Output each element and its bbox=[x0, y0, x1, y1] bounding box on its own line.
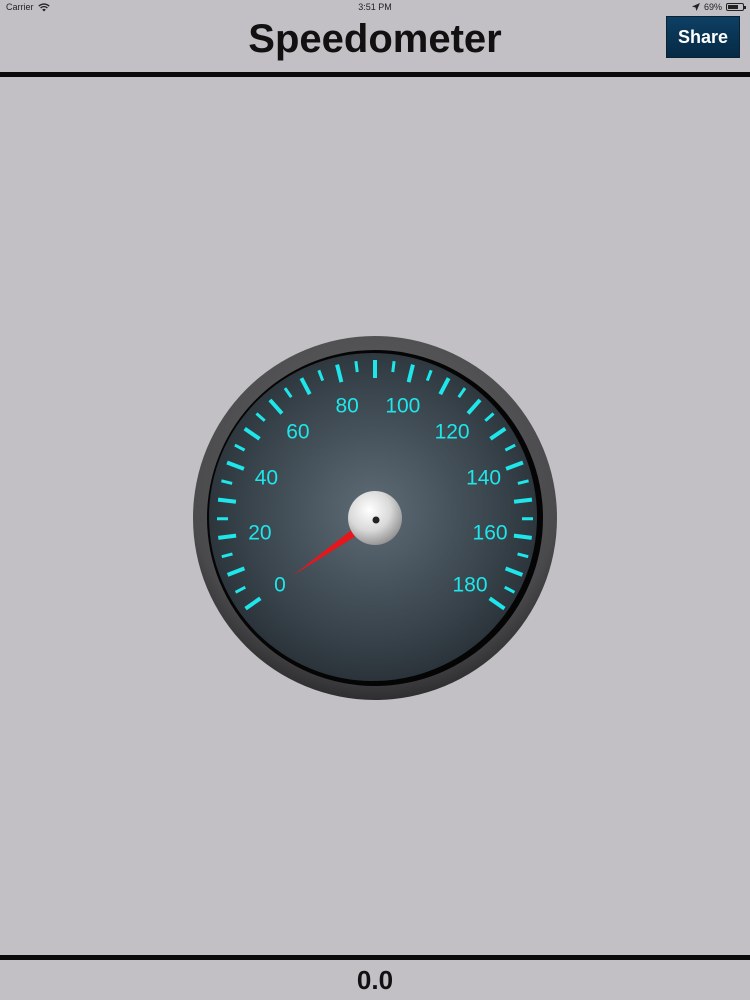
navigation-bar: Speedometer Share bbox=[0, 16, 750, 72]
bottom-divider bbox=[0, 955, 750, 960]
gauge-svg: 0 20 40 60 80 100 120 140 160 180 bbox=[193, 336, 557, 700]
gauge-label-100: 100 bbox=[385, 394, 420, 417]
share-button[interactable]: Share bbox=[666, 16, 740, 58]
gauge-label-60: 60 bbox=[286, 420, 309, 443]
major-tick bbox=[513, 533, 532, 540]
battery-icon bbox=[726, 3, 746, 11]
gauge-label-160: 160 bbox=[473, 522, 508, 545]
gauge-label-80: 80 bbox=[335, 394, 358, 417]
gauge-label-120: 120 bbox=[435, 420, 470, 443]
major-tick bbox=[217, 497, 237, 504]
gauge-label-180: 180 bbox=[452, 574, 487, 597]
major-tick bbox=[218, 533, 237, 540]
top-divider bbox=[0, 72, 750, 77]
status-bar: Carrier 3:51 PM 69% bbox=[0, 0, 750, 16]
battery-level bbox=[728, 5, 738, 9]
status-right: 69% bbox=[691, 2, 746, 12]
speed-readout: 0.0 bbox=[356, 965, 394, 995]
status-time: 3:51 PM bbox=[358, 2, 392, 12]
gauge-hub-pin bbox=[372, 516, 380, 524]
page-title: Speedometer bbox=[248, 17, 502, 61]
minor-tick bbox=[391, 360, 396, 373]
major-tick bbox=[513, 497, 533, 504]
gauge-label-0: 0 bbox=[274, 574, 286, 597]
battery-percent: 69% bbox=[703, 2, 722, 12]
speedometer-gauge: 0 20 40 60 80 100 120 140 160 180 bbox=[190, 333, 560, 703]
gauge-label-20: 20 bbox=[248, 522, 271, 545]
gauge-label-140: 140 bbox=[466, 466, 501, 489]
gauge-label-40: 40 bbox=[255, 466, 278, 489]
location-icon bbox=[691, 3, 700, 11]
minor-tick bbox=[354, 360, 359, 373]
